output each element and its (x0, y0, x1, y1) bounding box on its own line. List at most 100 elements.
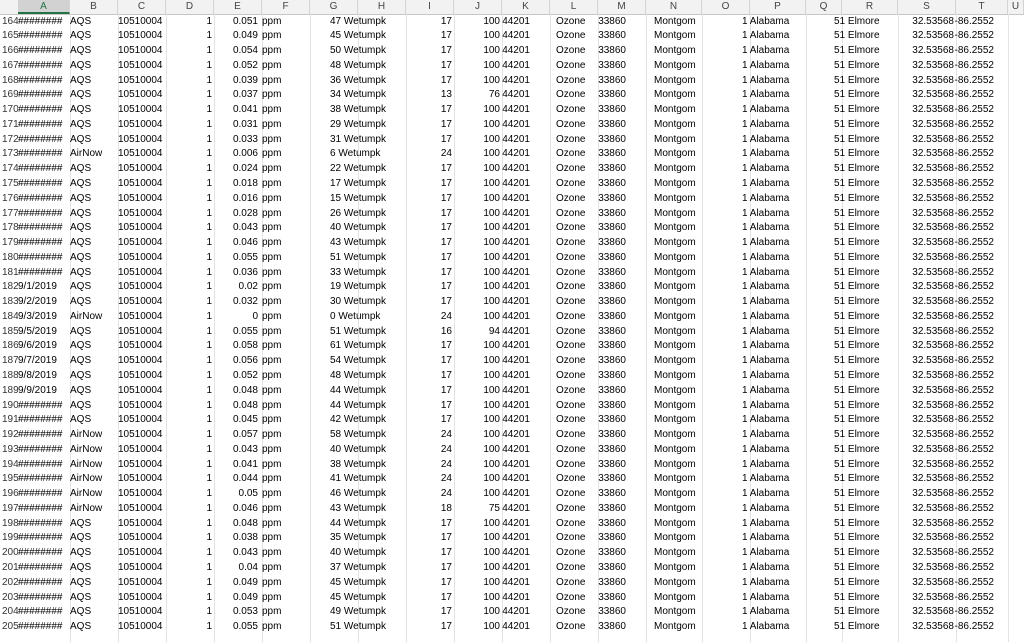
cell-poc[interactable]: 1 (166, 546, 212, 561)
cell-state[interactable]: 1 Alabama (742, 44, 806, 59)
cell-parameter[interactable]: Ozone (556, 59, 596, 74)
cell-poc[interactable]: 1 (166, 605, 212, 620)
cell-date[interactable]: ######## (18, 502, 70, 517)
cell-parameter[interactable]: Ozone (556, 133, 596, 148)
cell-concentration[interactable]: 0.048 (214, 384, 258, 399)
cell-obs-percent[interactable]: 100 (454, 546, 500, 561)
cell-obs-count[interactable]: 13 (406, 88, 452, 103)
cell-poc[interactable]: 1 (166, 251, 212, 266)
cell-cbsa-code[interactable]: 33860 (598, 74, 626, 89)
cell-latitude[interactable]: 32.53568 (898, 605, 954, 620)
cell-state[interactable]: 1 Alabama (742, 605, 806, 620)
cell-site-id[interactable]: 10510004 (118, 472, 166, 487)
cell-obs-percent[interactable]: 100 (454, 266, 500, 281)
cell-concentration[interactable]: 0.046 (214, 502, 258, 517)
cell-cbsa-code[interactable]: 33860 (598, 133, 626, 148)
cell-longitude[interactable]: -86.2552 (954, 310, 994, 325)
cell-units[interactable]: ppm (262, 384, 308, 399)
cell-units[interactable]: ppm (262, 29, 308, 44)
cell-parameter[interactable]: Ozone (556, 517, 596, 532)
cell-obs-percent[interactable]: 100 (454, 561, 500, 576)
cell-date[interactable]: ######## (18, 103, 70, 118)
cell-obs-count[interactable]: 17 (406, 517, 452, 532)
cell-concentration[interactable]: 0.048 (214, 517, 258, 532)
cell-aqi-site[interactable]: 40 Wetumpk (330, 443, 404, 458)
cell-latitude[interactable]: 32.53568 (898, 561, 954, 576)
cell-aqi-site[interactable]: 58 Wetumpk (330, 428, 404, 443)
cell-county[interactable]: 51 Elmore (834, 325, 898, 340)
column-header-j[interactable]: J (454, 0, 502, 14)
row-number[interactable]: 201 (2, 561, 18, 576)
cell-source[interactable]: AQS (70, 103, 116, 118)
cell-aqi-site[interactable]: 61 Wetumpk (330, 339, 404, 354)
cell-aqi-site[interactable]: 50 Wetumpk (330, 44, 404, 59)
cell-concentration[interactable]: 0.039 (214, 74, 258, 89)
cell-concentration[interactable]: 0.018 (214, 177, 258, 192)
cell-date[interactable]: ######## (18, 118, 70, 133)
cell-county[interactable]: 51 Elmore (834, 221, 898, 236)
column-header-k[interactable]: K (502, 0, 550, 14)
row-number[interactable]: 173 (2, 147, 18, 162)
cell-parameter[interactable]: Ozone (556, 458, 596, 473)
cell-source[interactable]: AQS (70, 59, 116, 74)
cell-parameter[interactable]: Ozone (556, 487, 596, 502)
cell-cbsa-code[interactable]: 33860 (598, 280, 626, 295)
cell-cbsa-name[interactable]: Montgom (654, 576, 702, 591)
cell-obs-percent[interactable]: 100 (454, 251, 500, 266)
cell-latitude[interactable]: 32.53568 (898, 620, 954, 635)
cell-source[interactable]: AirNow (70, 147, 116, 162)
cell-aqi-site[interactable]: 6 Wetumpk (330, 147, 404, 162)
cell-poc[interactable]: 1 (166, 192, 212, 207)
cell-obs-count[interactable]: 17 (406, 29, 452, 44)
cell-aqi-site[interactable]: 49 Wetumpk (330, 605, 404, 620)
cell-state[interactable]: 1 Alabama (742, 384, 806, 399)
cell-source[interactable]: AQS (70, 517, 116, 532)
cell-parameter[interactable]: Ozone (556, 472, 596, 487)
cell-obs-percent[interactable]: 100 (454, 472, 500, 487)
cell-units[interactable]: ppm (262, 546, 308, 561)
cell-cbsa-name[interactable]: Montgom (654, 280, 702, 295)
cell-concentration[interactable]: 0.057 (214, 428, 258, 443)
column-header-r[interactable]: R (842, 0, 898, 14)
cell-longitude[interactable]: -86.2552 (954, 103, 994, 118)
cell-concentration[interactable]: 0.031 (214, 118, 258, 133)
cell-poc[interactable]: 1 (166, 472, 212, 487)
cell-date[interactable]: ######## (18, 458, 70, 473)
cell-county[interactable]: 51 Elmore (834, 531, 898, 546)
cell-longitude[interactable]: -86.2552 (954, 561, 994, 576)
cell-concentration[interactable]: 0.033 (214, 133, 258, 148)
cell-date[interactable]: ######## (18, 207, 70, 222)
column-header-b[interactable]: B (70, 0, 118, 14)
cell-poc[interactable]: 1 (166, 428, 212, 443)
cell-source[interactable]: AQS (70, 561, 116, 576)
column-header-f[interactable]: F (262, 0, 310, 14)
cell-parameter[interactable]: Ozone (556, 591, 596, 606)
cell-site-id[interactable]: 10510004 (118, 531, 166, 546)
cell-longitude[interactable]: -86.2552 (954, 221, 994, 236)
cell-obs-count[interactable]: 24 (406, 487, 452, 502)
cell-poc[interactable]: 1 (166, 236, 212, 251)
cell-longitude[interactable]: -86.2552 (954, 576, 994, 591)
cell-latitude[interactable]: 32.53568 (898, 44, 954, 59)
spreadsheet-grid[interactable]: ABCDEFGHIJKLMNOPQRSTU 164 ######## AQS 1051… (0, 0, 1024, 642)
cell-aqi-site[interactable]: 30 Wetumpk (330, 295, 404, 310)
cell-site-id[interactable]: 10510004 (118, 118, 166, 133)
cell-aqi-site[interactable]: 51 Wetumpk (330, 325, 404, 340)
cell-obs-percent[interactable]: 100 (454, 44, 500, 59)
cell-cbsa-code[interactable]: 33860 (598, 192, 626, 207)
cell-date[interactable]: ######## (18, 546, 70, 561)
cell-parameter-code[interactable]: 44201 (502, 59, 530, 74)
cell-state[interactable]: 1 Alabama (742, 236, 806, 251)
cell-date[interactable]: ######## (18, 74, 70, 89)
cell-parameter-code[interactable]: 44201 (502, 251, 530, 266)
cell-obs-count[interactable]: 17 (406, 103, 452, 118)
cell-obs-percent[interactable]: 100 (454, 354, 500, 369)
cell-obs-percent[interactable]: 100 (454, 369, 500, 384)
cell-obs-percent[interactable]: 100 (454, 192, 500, 207)
column-header-p[interactable]: P (750, 0, 806, 14)
cell-source[interactable]: AQS (70, 620, 116, 635)
cell-source[interactable]: AQS (70, 399, 116, 414)
cell-longitude[interactable]: -86.2552 (954, 458, 994, 473)
cell-concentration[interactable]: 0.04 (214, 561, 258, 576)
cell-longitude[interactable]: -86.2552 (954, 177, 994, 192)
